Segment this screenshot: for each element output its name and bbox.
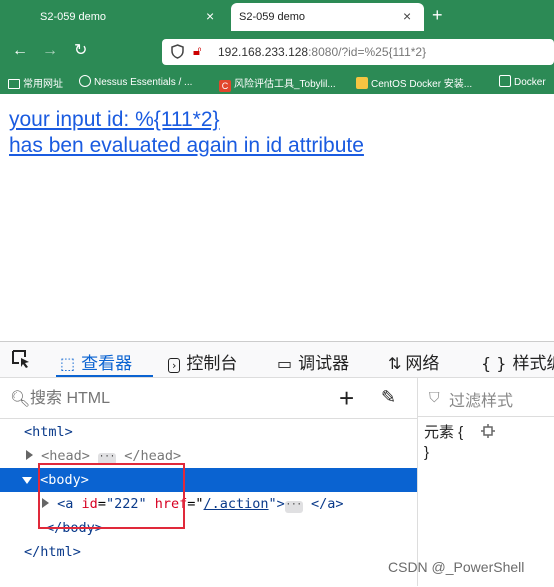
tab-inspector[interactable]: ⬚ 查看器 (60, 349, 132, 374)
bookmark-item[interactable]: CentOS Docker 安装... (356, 75, 472, 90)
back-button[interactable]: ← (12, 42, 28, 60)
tree-node-head[interactable]: <head> ··· </head> (0, 444, 418, 468)
pick-element-button[interactable] (10, 348, 32, 375)
folder-icon (8, 79, 20, 89)
close-tab-icon[interactable]: × (403, 9, 411, 23)
eyedropper-icon[interactable]: ✎ (381, 387, 396, 408)
tree-node-body-close[interactable]: </body> (0, 516, 418, 540)
active-tab-indicator (56, 375, 153, 377)
navigation-bar: ← → ↻ 🔓︎ 192.168.233.128:8080/?id=%25{11… (0, 34, 554, 70)
insecure-lock-icon[interactable]: 🔓︎ (193, 43, 201, 59)
console-icon: › (168, 358, 181, 373)
address-bar[interactable]: 🔓︎ 192.168.233.128:8080/?id=%25{111*2} (162, 39, 554, 65)
tab-console[interactable]: › 控制台 (168, 349, 237, 374)
forward-button[interactable]: → (42, 42, 58, 60)
tree-node-body-selected[interactable]: <body> (0, 468, 418, 492)
style-editor-icon: { } (481, 354, 507, 373)
globe-icon (79, 75, 91, 87)
search-html-input[interactable] (30, 387, 330, 411)
collapsed-content-button[interactable]: ··· (284, 501, 303, 513)
html-search-row: 🔍︎ + ✎ (0, 379, 418, 419)
reload-button[interactable]: ↻ (74, 42, 87, 60)
tab-title: S2-059 demo (239, 11, 306, 23)
tab-network[interactable]: ⇅ 网络 (388, 349, 439, 374)
watermark: CSDN @_PowerShell (388, 559, 525, 575)
href-link[interactable]: /.action (204, 496, 269, 512)
page-content: your input id: %{111*2} has ben evaluate… (0, 94, 554, 341)
new-tab-button[interactable]: + (432, 5, 443, 26)
rules-filter-row: ⛉ 过滤样式 (418, 378, 554, 417)
rule-close-brace: } (424, 444, 430, 461)
input-id-link[interactable]: your input id: %{111*2} (9, 108, 220, 132)
tab-style-editor[interactable]: { }样式编 (481, 349, 554, 374)
expand-arrow-icon[interactable] (26, 450, 33, 460)
network-icon: ⇅ (388, 354, 402, 373)
gear-icon[interactable] (481, 424, 496, 438)
tree-node-html-close[interactable]: </html> (0, 540, 418, 564)
bookmark-item[interactable]: 常用网址 (8, 75, 63, 90)
browser-tab-1[interactable]: S2-059 demo × (0, 3, 228, 31)
add-node-button[interactable]: + (339, 383, 354, 414)
tree-node-anchor[interactable]: <a id="222" href="/.action">··· </a> (0, 492, 418, 516)
c-logo-icon: C (219, 80, 231, 92)
evaluated-link[interactable]: has ben evaluated again in id attribute (9, 134, 364, 158)
element-rule[interactable]: 元素 { (424, 421, 496, 442)
site-icon (356, 77, 368, 89)
url-text: 192.168.233.128:8080/?id=%25{111*2} (218, 45, 427, 59)
filter-icon: ⛉ (429, 389, 440, 405)
tracking-shield-icon[interactable] (171, 44, 184, 59)
inspector-icon: ⬚ (60, 354, 76, 373)
expand-arrow-icon[interactable] (42, 498, 49, 508)
collapse-arrow-icon[interactable] (22, 477, 32, 484)
tab-bar: S2-059 demo × S2-059 demo × + (0, 0, 554, 34)
search-icon: 🔍︎ (10, 391, 31, 408)
docker-icon (499, 75, 511, 87)
bookmarks-bar: 常用网址 Nessus Essentials / ... C 风险评估工具_Tob… (0, 70, 554, 94)
browser-tab-2-active[interactable]: S2-059 demo × (231, 3, 424, 31)
pick-element-icon (12, 350, 29, 368)
devtools-toolbar: ⬚查看器 ›控制台 ▭调试器 ⇅网络 { }样式编 (0, 342, 554, 378)
tree-node-html[interactable]: <html> (0, 420, 418, 444)
tab-debugger[interactable]: ▭ 调试器 (277, 349, 349, 374)
debugger-icon: ▭ (277, 354, 293, 373)
collapsed-content-button[interactable]: ··· (98, 453, 117, 465)
markup-tree: <html> <head> ··· </head> <body> <a id="… (0, 420, 418, 587)
bookmark-item[interactable]: Nessus Essentials / ... (79, 75, 192, 88)
close-tab-icon[interactable]: × (206, 9, 214, 23)
bookmark-item[interactable]: C 风险评估工具_Tobylil... (219, 75, 336, 92)
tab-title: S2-059 demo (40, 11, 107, 23)
filter-styles-input[interactable]: 过滤样式 (449, 387, 513, 411)
bookmark-item[interactable]: Docker (499, 75, 546, 88)
